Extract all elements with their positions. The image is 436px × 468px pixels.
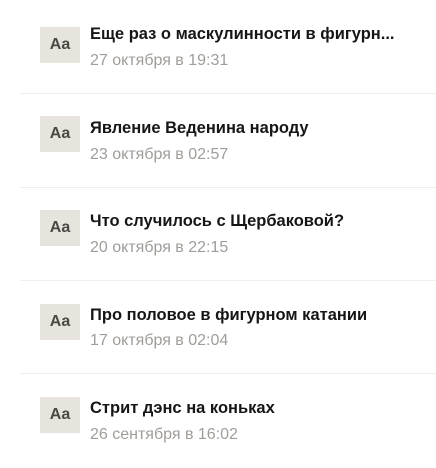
post-title[interactable]: Явление Веденина народу (90, 118, 420, 138)
post-date: 23 октября в 02:57 (90, 146, 229, 163)
post-item[interactable]: Aa Про половое в фигурном катании 17 окт… (0, 281, 436, 374)
post-item[interactable]: Aa Стрит дэнс на коньках 26 сентября в 1… (0, 374, 436, 467)
post-thumbnail-icon: Aa (40, 210, 80, 246)
post-date: 17 октября в 02:04 (90, 332, 229, 349)
post-thumbnail-icon: Aa (40, 397, 80, 433)
post-list: Aa Еще раз о маскулинности в фигурн... 2… (0, 0, 436, 468)
post-title[interactable]: Про половое в фигурном катании (90, 305, 420, 325)
post-date: 27 октября в 19:31 (90, 52, 229, 69)
post-date: 26 сентября в 16:02 (90, 426, 238, 443)
post-title[interactable]: Что случилось с Щербаковой? (90, 211, 420, 231)
post-item[interactable]: Aa Еще раз о маскулинности в фигурн... 2… (0, 0, 436, 93)
post-thumbnail-icon: Aa (40, 27, 80, 63)
post-title[interactable]: Стрит дэнс на коньках (90, 398, 420, 418)
post-thumbnail-icon: Aa (40, 116, 80, 152)
post-item[interactable]: Aa Явление Веденина народу 23 октября в … (0, 94, 436, 187)
post-date: 20 октября в 22:15 (90, 239, 229, 256)
post-item[interactable]: Aa Что случилось с Щербаковой? 20 октябр… (0, 188, 436, 281)
post-title[interactable]: Еще раз о маскулинности в фигурн... (90, 24, 420, 44)
post-thumbnail-icon: Aa (40, 304, 80, 340)
